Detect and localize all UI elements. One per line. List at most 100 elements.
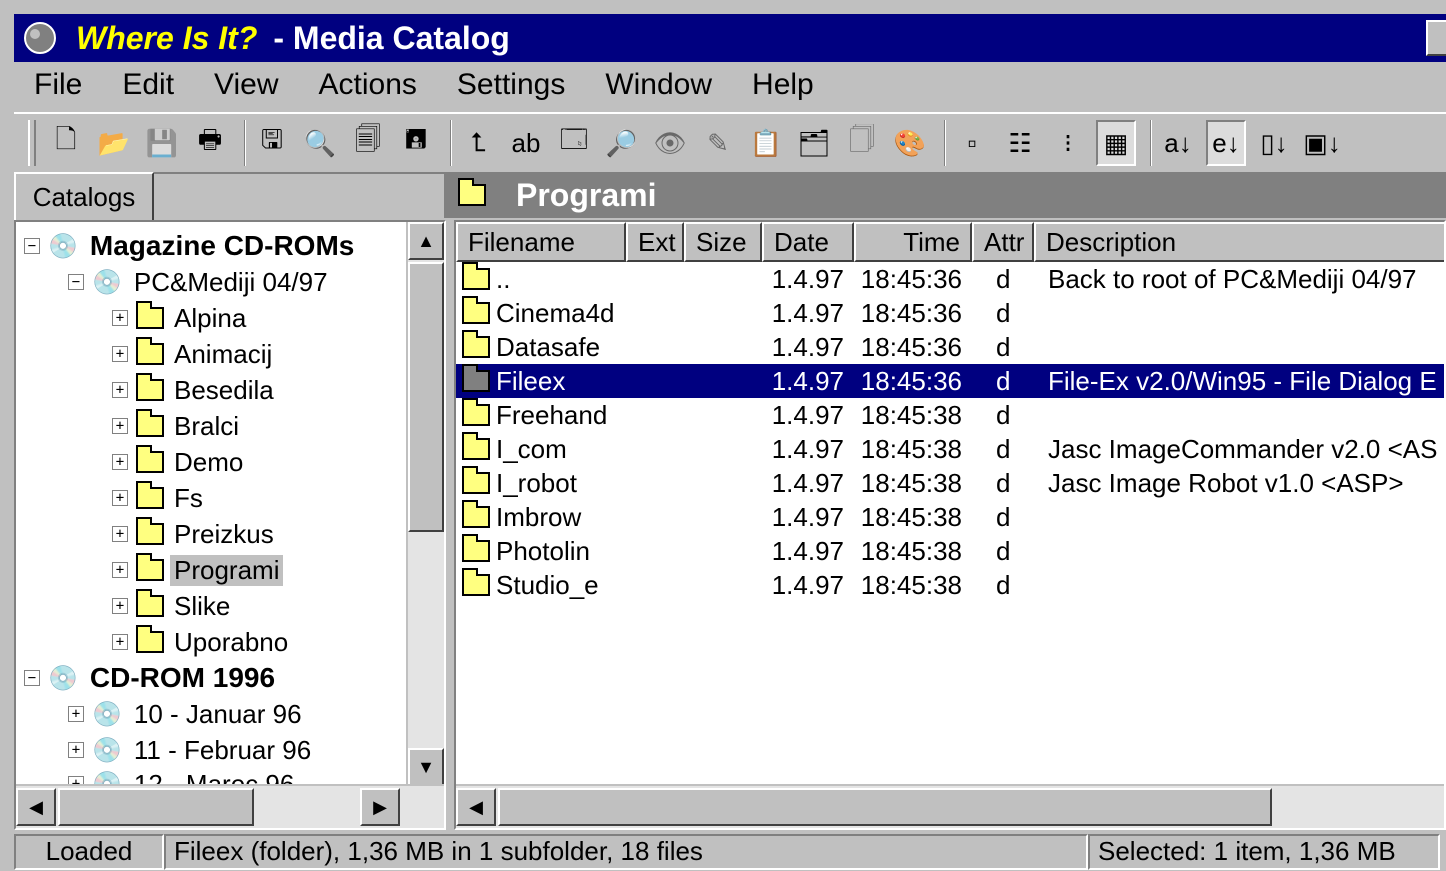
menu-file[interactable]: File (34, 68, 82, 102)
list-view-icon[interactable]: ⁝ (1048, 120, 1088, 166)
sort-by-name-icon[interactable]: a↓ (1158, 120, 1198, 166)
move-icon[interactable]: 🗂 (794, 120, 834, 166)
expand-icon[interactable]: + (112, 310, 128, 326)
expand-icon[interactable]: + (68, 742, 84, 758)
catalog-tree[interactable]: − 💿 Magazine CD-ROMs − 💿 PC&Mediji 04/97… (14, 220, 446, 830)
add-media-icon[interactable]: 🖫 (252, 120, 292, 166)
menu-view[interactable]: View (214, 68, 278, 102)
tree-item-folder[interactable]: + Alpina (112, 300, 250, 336)
expand-icon[interactable]: + (112, 634, 128, 650)
scroll-left-arrow-icon[interactable]: ◀ (456, 788, 496, 826)
scroll-thumb[interactable] (58, 788, 254, 826)
tree-label: Demo (174, 446, 244, 477)
sort-by-ext-icon[interactable]: e↓ (1206, 120, 1246, 166)
tree-item-folder[interactable]: + Bralci (112, 408, 243, 444)
file-list-horizontal-scrollbar[interactable]: ◀ (456, 784, 1444, 828)
column-attr[interactable]: Attr (972, 222, 1034, 262)
tree-item-folder[interactable]: + Uporabno (112, 624, 292, 660)
file-row-selected[interactable]: Fileex 1.4.97 18:45:36 d File-Ex v2.0/Wi… (456, 364, 1444, 398)
scroll-left-arrow-icon[interactable]: ◀ (16, 788, 56, 826)
expand-icon[interactable]: + (112, 490, 128, 506)
collapse-icon[interactable]: − (24, 670, 40, 686)
file-row[interactable]: I_robot 1.4.97 18:45:38 d Jasc Image Rob… (456, 466, 1444, 500)
menu-actions[interactable]: Actions (319, 68, 417, 102)
scroll-down-arrow-icon[interactable]: ▼ (408, 748, 444, 786)
expand-icon[interactable]: + (112, 454, 128, 470)
app-globe-icon[interactable] (18, 18, 62, 58)
file-row[interactable]: I_com 1.4.97 18:45:38 d Jasc ImageComman… (456, 432, 1444, 466)
expand-icon[interactable]: + (112, 418, 128, 434)
tree-item-folder[interactable]: + Animacij (112, 336, 276, 372)
column-filename[interactable]: Filename (456, 222, 626, 262)
scroll-thumb[interactable] (408, 262, 444, 532)
tree-item-folder[interactable]: + Slike (112, 588, 234, 624)
edit-pen-icon[interactable]: ✎ (698, 120, 738, 166)
minimize-button[interactable] (1426, 20, 1446, 56)
menu-edit[interactable]: Edit (122, 68, 174, 102)
file-row[interactable]: Imbrow 1.4.97 18:45:38 d (456, 500, 1444, 534)
file-list[interactable]: Filename Ext Size Date Time Attr Descrip… (454, 220, 1446, 830)
expand-icon[interactable]: + (112, 382, 128, 398)
column-ext[interactable]: Ext (626, 222, 684, 262)
column-size[interactable]: Size (684, 222, 762, 262)
file-row[interactable]: Datasafe 1.4.97 18:45:36 d (456, 330, 1444, 364)
toolbar-grip[interactable] (28, 120, 36, 166)
details-view-icon[interactable]: ▦ (1096, 120, 1136, 166)
file-row[interactable]: Studio_e 1.4.97 18:45:38 d (456, 568, 1444, 602)
up-folder-icon[interactable]: ⮤ (458, 120, 498, 166)
expand-icon[interactable]: + (112, 346, 128, 362)
copy-icon[interactable]: 📋 (746, 120, 786, 166)
new-catalog-icon[interactable]: 🗋 (46, 120, 86, 166)
preview-eye-icon[interactable]: 👁 (650, 120, 690, 166)
print-icon[interactable]: 🖶 (190, 120, 230, 166)
color-label-icon[interactable]: 🎨 (890, 120, 930, 166)
expand-icon[interactable]: + (112, 562, 128, 578)
sort-by-date-icon[interactable]: ▣↓ (1302, 120, 1342, 166)
sort-by-size-icon[interactable]: ▯↓ (1254, 120, 1294, 166)
collapse-icon[interactable]: − (24, 238, 40, 254)
find-files-icon[interactable]: 🗐 (348, 120, 388, 166)
file-row[interactable]: .. 1.4.97 18:45:36 d Back to root of PC&… (456, 262, 1444, 296)
small-icons-icon[interactable]: ☷ (1000, 120, 1040, 166)
duplicate-icon[interactable]: 🗍 (842, 120, 882, 166)
collapse-icon[interactable]: − (68, 274, 84, 290)
menu-window[interactable]: Window (605, 68, 712, 102)
expand-icon[interactable]: + (112, 598, 128, 614)
scroll-right-arrow-icon[interactable]: ▶ (360, 788, 400, 826)
tree-item-folder[interactable]: + Besedila (112, 372, 278, 408)
tree-item-folder-selected[interactable]: + Programi (112, 552, 284, 588)
file-row[interactable]: Cinema4d 1.4.97 18:45:36 d (456, 296, 1444, 330)
menu-help[interactable]: Help (752, 68, 814, 102)
view-icon[interactable]: 🔎 (602, 120, 642, 166)
file-row[interactable]: Freehand 1.4.97 18:45:38 d (456, 398, 1444, 432)
tree-item-disk[interactable]: − 💿 PC&Mediji 04/97 (68, 264, 332, 300)
large-icons-icon[interactable]: ▫ (952, 120, 992, 166)
tree-item-folder[interactable]: + Demo (112, 444, 247, 480)
expand-icon[interactable]: + (68, 706, 84, 722)
open-folder-icon[interactable]: 📂 (94, 120, 134, 166)
tree-vertical-scrollbar[interactable]: ▲ ▼ (406, 222, 444, 786)
tree-item-catalog[interactable]: − 💿 Magazine CD-ROMs (24, 228, 358, 264)
rename-icon[interactable]: ab (506, 120, 546, 166)
scroll-up-arrow-icon[interactable]: ▲ (408, 222, 444, 260)
tree-horizontal-scrollbar[interactable]: ◀ ▶ (16, 784, 444, 828)
expand-icon[interactable]: + (112, 526, 128, 542)
file-time: 18:45:38 (860, 501, 962, 532)
menu-settings[interactable]: Settings (457, 68, 565, 102)
folder-icon (136, 337, 164, 365)
file-row[interactable]: Photolin 1.4.97 18:45:38 d (456, 534, 1444, 568)
tree-item-disk[interactable]: + 💿 11 - Februar 96 (68, 732, 315, 768)
search-icon[interactable]: 🔍 (300, 120, 340, 166)
column-time[interactable]: Time (854, 222, 972, 262)
column-description[interactable]: Description (1034, 222, 1444, 262)
scroll-thumb[interactable] (498, 788, 1272, 826)
save-icon[interactable]: 💾 (142, 120, 182, 166)
update-media-icon[interactable]: 🖪 (396, 120, 436, 166)
tree-item-disk[interactable]: + 💿 10 - Januar 96 (68, 696, 306, 732)
tree-item-folder[interactable]: + Fs (112, 480, 207, 516)
tab-catalogs[interactable]: Catalogs (14, 172, 154, 220)
properties-icon[interactable]: 🗔 (554, 120, 594, 166)
column-date[interactable]: Date (762, 222, 854, 262)
tree-item-folder[interactable]: + Preizkus (112, 516, 278, 552)
tree-item-catalog[interactable]: − 💿 CD-ROM 1996 (24, 660, 279, 696)
